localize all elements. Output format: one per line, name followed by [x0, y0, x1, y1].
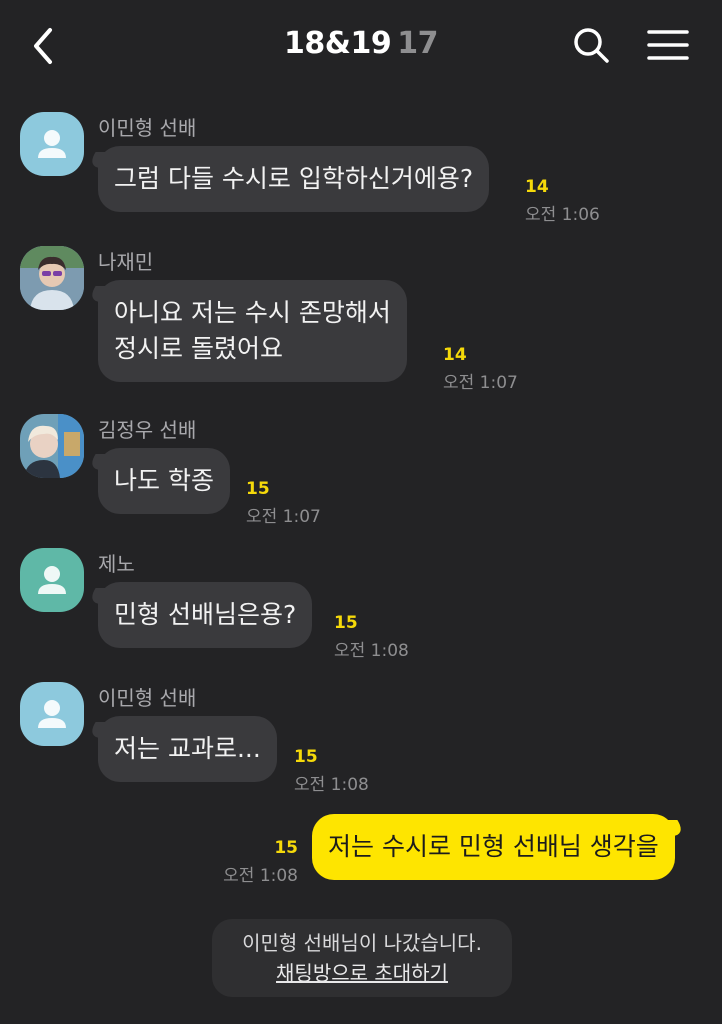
- timestamp: 오전 1:07: [246, 507, 321, 527]
- system-notice: 이민형 선배님이 나갔습니다. 채팅방으로 초대하기: [212, 919, 512, 997]
- message-bubble[interactable]: 나도 학종: [98, 448, 230, 514]
- unread-count: 15: [294, 747, 318, 767]
- hamburger-menu-icon: [647, 30, 689, 60]
- message-text: 저는 수시로 민형 선배님 생각을: [328, 832, 659, 861]
- default-profile-icon[interactable]: [20, 112, 84, 176]
- default-profile-icon[interactable]: [20, 682, 84, 746]
- timestamp: 오전 1:08: [334, 641, 409, 661]
- message-text: 민형 선배님은용?: [114, 600, 297, 629]
- menu-button[interactable]: [645, 24, 691, 68]
- sender-name: 이민형 선배: [98, 686, 197, 710]
- default-profile-icon[interactable]: [20, 548, 84, 612]
- search-button[interactable]: [570, 24, 614, 68]
- message-text: 그럼 다들 수시로 입학하신거에용?: [114, 164, 474, 193]
- unread-count: 14: [443, 345, 467, 365]
- message-text-line: 정시로 돌렸어요: [114, 334, 283, 363]
- my-message-bubble[interactable]: 저는 수시로 민형 선배님 생각을: [312, 814, 675, 880]
- message-bubble[interactable]: 그럼 다들 수시로 입학하신거에용?: [98, 146, 490, 212]
- profile-photo[interactable]: [20, 414, 84, 478]
- unread-count: 14: [525, 177, 549, 197]
- message-text: 나도 학종: [114, 466, 214, 495]
- message-text: 저는 교과로...: [114, 734, 261, 763]
- message-bubble[interactable]: 저는 교과로...: [98, 716, 277, 782]
- message-text-line: 아니요 저는 수시 존망해서: [114, 298, 391, 327]
- unread-count: 15: [274, 838, 298, 858]
- member-count: 17: [397, 26, 438, 61]
- unread-count: 15: [246, 479, 270, 499]
- message-bubble[interactable]: 민형 선배님은용?: [98, 582, 313, 648]
- sender-name: 제노: [98, 552, 135, 576]
- search-icon: [574, 28, 609, 63]
- chat-header: 18&19 17: [0, 0, 722, 92]
- message-bubble[interactable]: 아니요 저는 수시 존망해서 정시로 돌렸어요: [98, 280, 407, 382]
- timestamp: 오전 1:06: [525, 205, 600, 225]
- room-name: 18&19: [284, 26, 392, 61]
- timestamp: 오전 1:08: [294, 775, 369, 795]
- profile-photo[interactable]: [20, 246, 84, 310]
- timestamp: 오전 1:07: [443, 373, 518, 393]
- sender-name: 나재민: [98, 250, 154, 274]
- timestamp: 오전 1:08: [223, 866, 298, 886]
- invite-to-chat-link[interactable]: 채팅방으로 초대하기: [276, 958, 448, 988]
- unread-count: 15: [334, 613, 358, 633]
- left-chat-notice: 이민형 선배님이 나갔습니다.: [242, 931, 482, 955]
- sender-name: 김정우 선배: [98, 418, 197, 442]
- sender-name: 이민형 선배: [98, 116, 197, 140]
